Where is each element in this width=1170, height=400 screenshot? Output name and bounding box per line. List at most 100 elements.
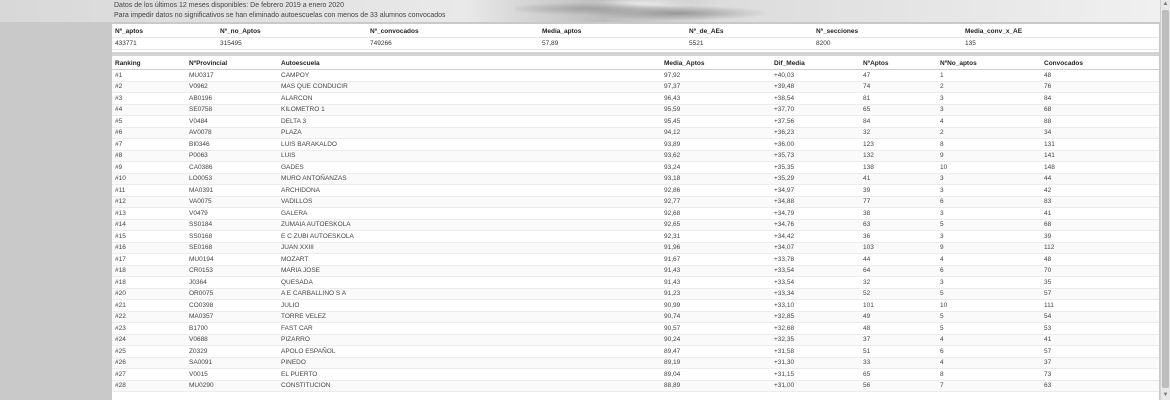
convocados-cell: 83 — [1041, 196, 1159, 208]
provincial-code-cell: LO0053 — [186, 173, 278, 185]
media-aptos-cell: 91,67 — [661, 253, 771, 266]
dif-media-cell: +32,68 — [771, 322, 860, 335]
no-aptos-count-cell: 10 — [937, 299, 1041, 312]
autoescuela-name-cell: LUIS BARAKALDO — [278, 138, 661, 151]
scrollbar-thumb[interactable] — [1162, 10, 1169, 388]
aptos-count-cell: 138 — [860, 161, 937, 174]
autoescuela-name-cell: PINEDO — [278, 357, 661, 369]
stat-header: Media_conv_x_AE — [962, 26, 1159, 38]
media-aptos-cell: 89,04 — [661, 368, 771, 381]
convocados-cell: 131 — [1041, 138, 1159, 151]
convocados-cell: 39 — [1041, 230, 1159, 243]
ranking-cell: #9 — [112, 161, 186, 174]
provincial-code-cell: MU0194 — [186, 253, 278, 266]
media-aptos-cell: 95,59 — [661, 104, 771, 116]
media-aptos-cell: 93,18 — [661, 173, 771, 185]
column-header-aptos[interactable]: NºAptos — [860, 58, 937, 70]
no-aptos-count-cell: 5 — [937, 219, 1041, 231]
autoescuela-name-cell: MAS QUE CONDUCIR — [278, 81, 661, 93]
provincial-code-cell: Z0329 — [186, 345, 278, 358]
provincial-code-cell: V0015 — [186, 368, 278, 381]
aptos-count-cell: 64 — [860, 265, 937, 277]
scroll-up-arrow-icon[interactable]: ▲ — [1161, 0, 1170, 9]
vertical-scrollbar[interactable]: ▲ ▼ — [1160, 0, 1170, 400]
table-row: #6 AV0078 PLAZA 94,12 +36,23 32 2 34 — [112, 127, 1159, 139]
no-aptos-count-cell: 4 — [937, 357, 1041, 369]
column-header-convocados[interactable]: Convocados — [1041, 58, 1159, 70]
ranking-cell: #2 — [112, 81, 186, 93]
ranking-cell: #5 — [112, 115, 186, 128]
column-header-media-aptos[interactable]: Media_Aptos — [661, 58, 771, 70]
autoescuela-name-cell: E C ZUBI AUTOESKOLA — [278, 230, 661, 243]
table-row: #3 AB0196 ALARCON 96,43 +38,54 81 3 84 — [112, 92, 1159, 105]
convocados-cell: 57 — [1041, 345, 1159, 358]
provincial-code-cell: SS0168 — [186, 230, 278, 243]
provincial-code-cell: CO0398 — [186, 299, 278, 312]
convocados-cell: 68 — [1041, 219, 1159, 231]
provincial-code-cell: B1700 — [186, 322, 278, 335]
autoescuela-name-cell: PIZARRO — [278, 334, 661, 346]
autoescuela-name-cell: JULIO — [278, 299, 661, 312]
aptos-count-cell: 36 — [860, 230, 937, 243]
aptos-count-cell: 56 — [860, 380, 937, 392]
provincial-code-cell: V0484 — [186, 115, 278, 128]
table-row: #15 SS0168 E C ZUBI AUTOESKOLA 92,31 +34,42 3… — [112, 230, 1159, 243]
convocados-cell: 70 — [1041, 265, 1159, 277]
ranking-cell: #28 — [112, 380, 186, 392]
dif-media-cell: +34,97 — [771, 184, 860, 197]
autoescuela-name-cell: GALERA — [278, 207, 661, 220]
convocados-cell: 41 — [1041, 207, 1159, 220]
no-aptos-count-cell: 3 — [937, 92, 1041, 105]
scroll-down-arrow-icon[interactable]: ▼ — [1161, 391, 1170, 400]
table-row: #8 P0063 LUIS 93,62 +35,73 132 9 141 — [112, 150, 1159, 162]
aptos-count-cell: 44 — [860, 253, 937, 266]
table-row: #18 CR0153 MARIA JOSE 91,43 +33,54 64 6 70 — [112, 265, 1159, 277]
convocados-cell: 111 — [1041, 299, 1159, 312]
dif-media-cell: +32,35 — [771, 334, 860, 346]
stat-header: Nº_no_Aptos — [217, 26, 367, 38]
summary-stats-header-row: Nº_aptos Nº_no_Aptos Nº_convocados Media… — [112, 26, 1159, 38]
ranking-cell: #27 — [112, 368, 186, 381]
ranking-cell: #11 — [112, 184, 186, 197]
autoescuela-name-cell: A E CARBALLINO S A — [278, 288, 661, 300]
section-divider — [112, 52, 1159, 56]
stat-header: Nº_aptos — [112, 26, 217, 38]
autoescuela-name-cell: KILOMETRO 1 — [278, 104, 661, 116]
dif-media-cell: +33,54 — [771, 276, 860, 289]
autoescuela-name-cell: VADILLOS — [278, 196, 661, 208]
aptos-count-cell: 49 — [860, 311, 937, 323]
table-row: #2 V0962 MAS QUE CONDUCIR 97,37 +39,48 74 2 76 — [112, 81, 1159, 93]
column-header-provincial[interactable]: NºProvincial — [186, 58, 278, 70]
aptos-count-cell: 77 — [860, 196, 937, 208]
column-header-dif-media[interactable]: Dif_Media — [771, 58, 860, 70]
column-header-ranking[interactable]: Ranking — [112, 58, 186, 70]
convocados-cell: 76 — [1041, 81, 1159, 93]
ranking-cell: #16 — [112, 242, 186, 254]
column-header-autoescuela[interactable]: Autoescuela — [278, 58, 661, 70]
no-aptos-count-cell: 10 — [937, 161, 1041, 174]
no-aptos-count-cell: 4 — [937, 115, 1041, 128]
provincial-code-cell: MU0317 — [186, 69, 278, 82]
table-row: #24 V0688 PIZARRO 90,24 +32,35 37 4 41 — [112, 334, 1159, 346]
dif-media-cell: +40,03 — [771, 69, 860, 82]
media-aptos-cell: 90,74 — [661, 311, 771, 323]
media-aptos-cell: 93,89 — [661, 138, 771, 151]
aptos-count-cell: 63 — [860, 219, 937, 231]
column-header-no-aptos[interactable]: NºNo_aptos — [937, 58, 1041, 70]
convocados-cell: 41 — [1041, 334, 1159, 346]
no-aptos-count-cell: 6 — [937, 345, 1041, 358]
info-line-filter: Para impedir datos no significativos se … — [114, 12, 446, 19]
no-aptos-count-cell: 8 — [937, 138, 1041, 151]
autoescuela-name-cell: CONSTITUCION — [278, 380, 661, 392]
ranking-cell: #23 — [112, 322, 186, 335]
media-aptos-cell: 91,96 — [661, 242, 771, 254]
autoescuela-name-cell: QUESADA — [278, 276, 661, 289]
aptos-count-cell: 103 — [860, 242, 937, 254]
aptos-count-cell: 37 — [860, 334, 937, 346]
no-aptos-count-cell: 5 — [937, 322, 1041, 335]
convocados-cell: 57 — [1041, 288, 1159, 300]
convocados-cell: 148 — [1041, 161, 1159, 174]
no-aptos-count-cell: 1 — [937, 69, 1041, 82]
media-aptos-cell: 91,43 — [661, 276, 771, 289]
stat-value: 8200 — [813, 37, 962, 50]
